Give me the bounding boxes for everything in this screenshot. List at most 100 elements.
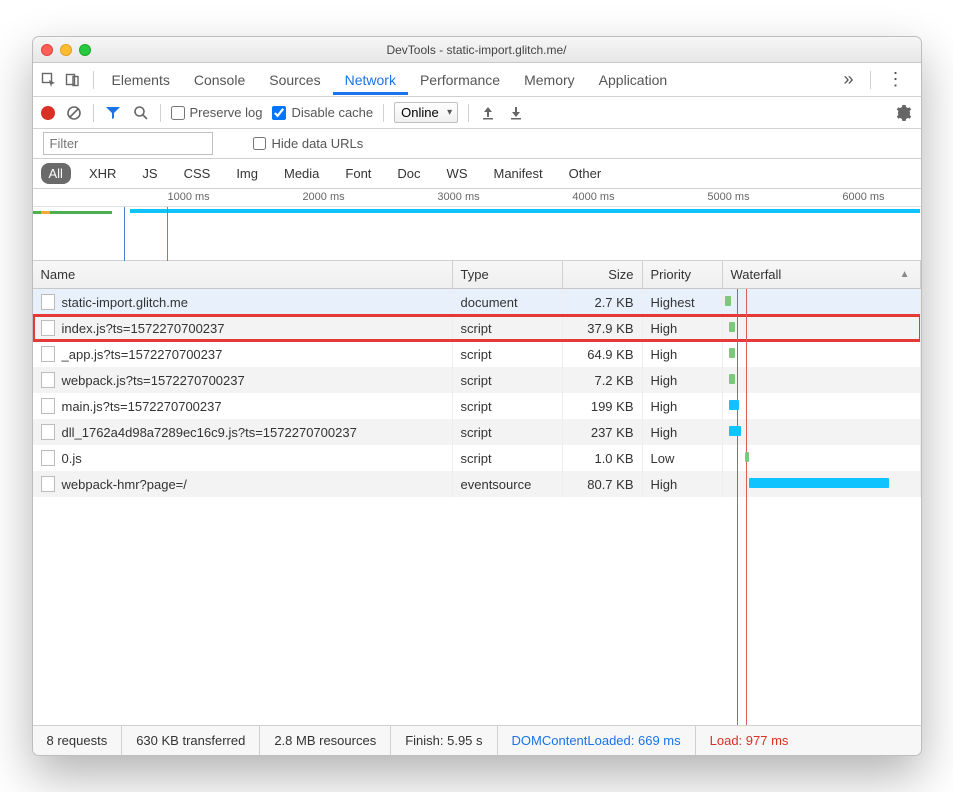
status-bar: 8 requests 630 KB transferred 2.8 MB res…: [33, 725, 921, 755]
status-load: Load: 977 ms: [696, 726, 803, 755]
request-type: script: [453, 341, 563, 367]
request-type: script: [453, 419, 563, 445]
file-icon: [41, 320, 55, 336]
timeline-tick: 4000 ms: [572, 191, 614, 203]
column-type[interactable]: Type: [453, 261, 563, 288]
filter-chip-font[interactable]: Font: [337, 163, 379, 184]
zoom-window-button[interactable]: [79, 44, 91, 56]
request-type: script: [453, 393, 563, 419]
network-toolbar: Preserve log Disable cache Online: [33, 97, 921, 129]
request-priority: High: [643, 393, 723, 419]
settings-gear-icon[interactable]: [895, 104, 913, 122]
panel-tabs: ElementsConsoleSourcesNetworkPerformance…: [33, 63, 921, 97]
resource-type-bar: All XHR JS CSS Img Media Font Doc WS Manifest Othe…: [33, 159, 921, 189]
filter-chip-xhr[interactable]: XHR: [81, 163, 124, 184]
disable-cache-checkbox[interactable]: Disable cache: [272, 105, 373, 120]
minimize-window-button[interactable]: [60, 44, 72, 56]
request-name: webpack-hmr?page=/: [62, 477, 187, 492]
record-button[interactable]: [41, 106, 55, 120]
request-name: static-import.glitch.me: [62, 295, 188, 310]
column-waterfall[interactable]: Waterfall ▲: [723, 261, 921, 288]
tab-sources[interactable]: Sources: [257, 65, 332, 95]
column-name[interactable]: Name: [33, 261, 453, 288]
window-controls: [41, 44, 91, 56]
request-type: script: [453, 367, 563, 393]
sort-asc-icon: ▲: [900, 269, 910, 280]
tab-memory[interactable]: Memory: [512, 65, 587, 95]
filter-input[interactable]: [43, 132, 213, 155]
waterfall-cell: [723, 315, 921, 341]
filter-chip-ws[interactable]: WS: [439, 163, 476, 184]
more-tabs-button[interactable]: »: [833, 69, 863, 90]
timeline-tick: 6000 ms: [842, 191, 884, 203]
request-priority: High: [643, 341, 723, 367]
clear-icon[interactable]: [65, 104, 83, 122]
request-priority: High: [643, 367, 723, 393]
request-priority: High: [643, 471, 723, 497]
filter-chip-css[interactable]: CSS: [176, 163, 219, 184]
request-row[interactable]: main.js?ts=1572270700237script199 KBHigh: [33, 393, 921, 419]
request-row[interactable]: 0.jsscript1.0 KBLow: [33, 445, 921, 471]
status-requests: 8 requests: [33, 726, 123, 755]
close-window-button[interactable]: [41, 44, 53, 56]
waterfall-cell: [723, 289, 921, 315]
upload-har-icon[interactable]: [479, 104, 497, 122]
status-transferred: 630 KB transferred: [122, 726, 260, 755]
overview-timeline[interactable]: 1000 ms2000 ms3000 ms4000 ms5000 ms6000 …: [33, 189, 921, 261]
tab-console[interactable]: Console: [182, 65, 257, 95]
request-name: _app.js?ts=1572270700237: [62, 347, 223, 362]
waterfall-cell: [723, 471, 921, 497]
request-type: eventsource: [453, 471, 563, 497]
request-row[interactable]: webpack.js?ts=1572270700237 script7.2 KBH…: [33, 367, 921, 393]
request-row[interactable]: webpack-hmr?page=/eventsource80.7 KBHigh: [33, 471, 921, 497]
filter-icon[interactable]: [104, 104, 122, 122]
filter-chip-other[interactable]: Other: [561, 163, 610, 184]
filter-chip-js[interactable]: JS: [134, 163, 165, 184]
request-size: 7.2 KB: [563, 367, 643, 393]
inspect-element-icon[interactable]: [39, 70, 59, 90]
column-size[interactable]: Size: [563, 261, 643, 288]
request-size: 1.0 KB: [563, 445, 643, 471]
filter-chip-img[interactable]: Img: [228, 163, 266, 184]
status-finish: Finish: 5.95 s: [391, 726, 497, 755]
download-har-icon[interactable]: [507, 104, 525, 122]
filter-chip-media[interactable]: Media: [276, 163, 327, 184]
request-type: script: [453, 315, 563, 341]
request-name: webpack.js?ts=1572270700237: [62, 373, 245, 388]
request-row[interactable]: dll_1762a4d98a7289ec16c9.js?ts=157227070…: [33, 419, 921, 445]
request-priority: High: [643, 419, 723, 445]
request-priority: High: [643, 315, 723, 341]
request-rows: static-import.glitch.medocument2.7 KBHig…: [33, 289, 921, 725]
waterfall-cell: [723, 367, 921, 393]
filter-chip-all[interactable]: All: [41, 163, 71, 184]
preserve-log-checkbox[interactable]: Preserve log: [171, 105, 263, 120]
filter-chip-doc[interactable]: Doc: [389, 163, 428, 184]
request-row[interactable]: _app.js?ts=1572270700237 script64.9 KBHig…: [33, 341, 921, 367]
column-priority[interactable]: Priority: [643, 261, 723, 288]
tab-network[interactable]: Network: [333, 65, 408, 95]
tab-performance[interactable]: Performance: [408, 65, 512, 95]
hide-data-urls-label: Hide data URLs: [272, 136, 364, 151]
request-size: 2.7 KB: [563, 289, 643, 315]
filter-chip-manifest[interactable]: Manifest: [486, 163, 551, 184]
throttling-select[interactable]: Online: [394, 102, 458, 123]
request-type: script: [453, 445, 563, 471]
request-size: 64.9 KB: [563, 341, 643, 367]
grid-header: Name Type Size Priority Waterfall ▲: [33, 261, 921, 289]
devtools-window: DevTools - static-import.glitch.me/ Elem…: [32, 36, 922, 756]
request-name: dll_1762a4d98a7289ec16c9.js?ts=157227070…: [62, 425, 357, 440]
waterfall-cell: [723, 445, 921, 471]
hide-data-urls-checkbox[interactable]: Hide data URLs: [253, 136, 364, 151]
device-toolbar-icon[interactable]: [63, 70, 83, 90]
kebab-menu-icon[interactable]: ⋮: [877, 69, 915, 90]
waterfall-cell: [723, 393, 921, 419]
tab-application[interactable]: Application: [587, 65, 680, 95]
request-row[interactable]: static-import.glitch.medocument2.7 KBHig…: [33, 289, 921, 315]
request-row[interactable]: index.js?ts=1572270700237script37.9 KBHi…: [33, 315, 921, 341]
titlebar: DevTools - static-import.glitch.me/: [33, 37, 921, 63]
request-size: 237 KB: [563, 419, 643, 445]
search-icon[interactable]: [132, 104, 150, 122]
tab-elements[interactable]: Elements: [100, 65, 182, 95]
preserve-log-label: Preserve log: [190, 105, 263, 120]
status-domcontentloaded: DOMContentLoaded: 669 ms: [498, 726, 696, 755]
